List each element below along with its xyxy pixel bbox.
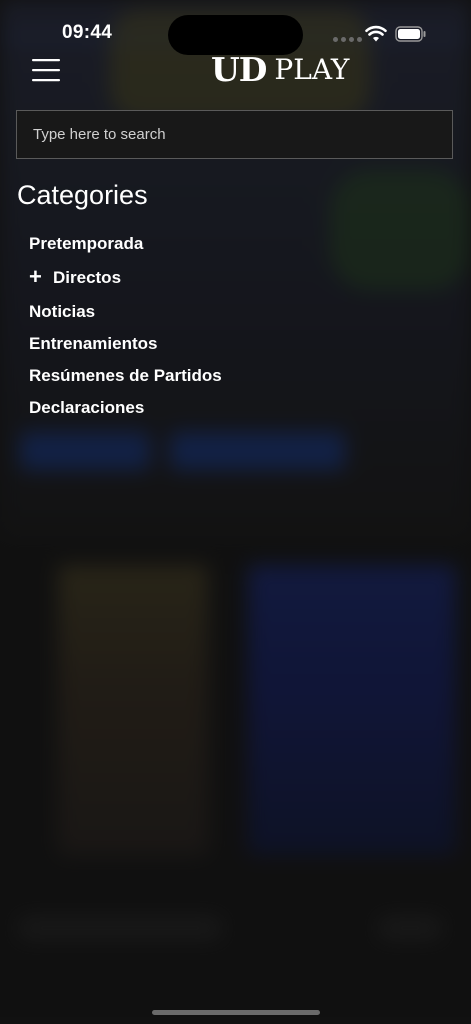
logo-ud: UD — [211, 49, 267, 89]
category-item-entrenamientos[interactable]: Entrenamientos — [29, 334, 157, 354]
plus-icon[interactable]: + — [29, 266, 43, 288]
categories-title: Categories — [17, 180, 148, 210]
menu-button[interactable] — [31, 56, 61, 84]
category-item-label: Resúmenes de Partidos — [29, 366, 222, 385]
category-item-directos[interactable]: + Directos — [29, 266, 122, 289]
app-logo[interactable]: UD PLAY — [211, 46, 349, 92]
category-item-noticias[interactable]: Noticias — [29, 302, 95, 322]
category-item-label: Noticias — [29, 302, 96, 321]
status-time: 09:44 — [62, 22, 113, 43]
category-item-label: Pretemporada — [29, 234, 144, 253]
category-item-label: Entrenamientos — [29, 334, 158, 353]
category-item-label: Directos — [53, 268, 122, 287]
category-item-pretemporada[interactable]: Pretemporada — [29, 234, 143, 254]
wifi-icon — [365, 25, 387, 42]
category-item-resumenes-de-partidos[interactable]: Resúmenes de Partidos — [29, 366, 222, 386]
hamburger-menu-icon — [32, 59, 60, 82]
category-item-label: Declaraciones — [29, 398, 145, 417]
search-input[interactable] — [33, 111, 436, 158]
cellular-signal-icon — [333, 37, 362, 42]
logo-play: PLAY — [274, 52, 350, 86]
battery-icon — [395, 26, 426, 42]
category-item-declaraciones[interactable]: Declaraciones — [29, 398, 144, 418]
search-box[interactable] — [16, 110, 453, 159]
home-indicator[interactable] — [152, 1010, 320, 1015]
